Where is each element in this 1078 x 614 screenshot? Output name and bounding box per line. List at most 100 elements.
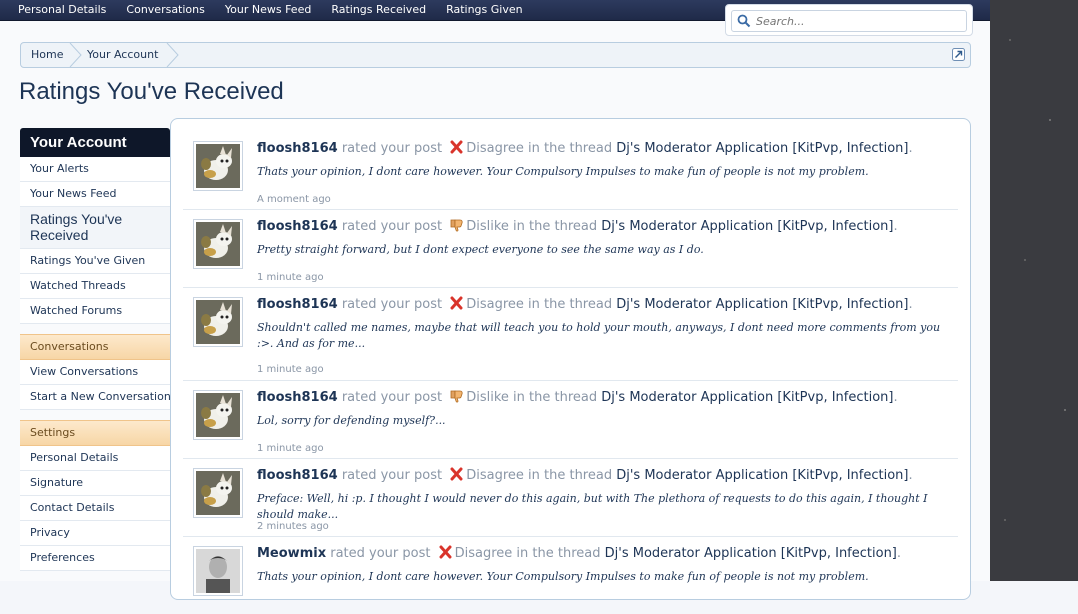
post-excerpt[interactable]: Shouldn't called me names, maybe that wi… xyxy=(257,320,947,352)
thumbs-down-icon xyxy=(450,390,463,403)
rating-entry: floosh8164 rated your post Disagree in t… xyxy=(183,131,958,210)
thread-link[interactable]: Dj's Moderator Application [KitPvp, Infe… xyxy=(616,141,908,156)
rated-text: rated your post xyxy=(341,468,443,483)
rated-text: rated your post xyxy=(341,390,443,405)
sidebar-item-watched-threads[interactable]: Watched Threads xyxy=(20,274,170,299)
avatar[interactable] xyxy=(193,468,243,518)
tab-conversations[interactable]: Conversations xyxy=(126,1,214,16)
rating-name: Disagree xyxy=(454,546,513,561)
red-x-icon xyxy=(450,296,463,310)
search-input[interactable] xyxy=(754,12,963,30)
post-excerpt[interactable]: Preface: Well, hi :p. I thought I would … xyxy=(257,491,947,523)
in-thread-text: in the thread xyxy=(528,468,613,483)
sidebar: Your Account Your Alerts Your News Feed … xyxy=(20,128,171,571)
sidebar-item-your-news-feed[interactable]: Your News Feed xyxy=(20,182,170,207)
search-icon[interactable] xyxy=(737,14,751,28)
sidebar-item-your-alerts[interactable]: Your Alerts xyxy=(20,157,170,182)
sidebar-item-preferences[interactable]: Preferences xyxy=(20,546,170,571)
timestamp: 1 minute ago xyxy=(257,364,324,375)
username-link[interactable]: floosh8164 xyxy=(257,468,338,483)
breadcrumb-separator-icon xyxy=(69,43,82,67)
thumbs-down-icon xyxy=(450,219,463,232)
sidebar-item-ratings-given[interactable]: Ratings You've Given xyxy=(20,249,170,274)
rating-entry: floosh8164 rated your post Disagree in t… xyxy=(183,287,958,381)
sidebar-item-view-conversations[interactable]: View Conversations xyxy=(20,360,170,385)
avatar-image xyxy=(196,222,240,266)
username-link[interactable]: floosh8164 xyxy=(257,297,338,312)
breadcrumb-your-account[interactable]: Your Account xyxy=(87,43,158,67)
avatar-image xyxy=(196,300,240,344)
in-thread-text: in the thread xyxy=(528,141,613,156)
avatar[interactable] xyxy=(193,390,243,440)
sidebar-item-personal-details[interactable]: Personal Details xyxy=(20,446,170,471)
avatar-image xyxy=(196,471,240,515)
avatar-image xyxy=(196,393,240,437)
tab-ratings-received[interactable]: Ratings Received xyxy=(331,1,436,16)
thread-link[interactable]: Dj's Moderator Application [KitPvp, Infe… xyxy=(601,219,893,234)
avatar[interactable] xyxy=(193,297,243,347)
rating-summary: floosh8164 rated your post Disagree in t… xyxy=(257,467,913,483)
sidebar-header: Your Account xyxy=(20,128,170,157)
in-thread-text: in the thread xyxy=(528,297,613,312)
red-x-icon xyxy=(439,545,452,559)
rating-summary: floosh8164 rated your post Dislike in th… xyxy=(257,389,898,405)
sidebar-item-watched-forums[interactable]: Watched Forums xyxy=(20,299,170,324)
in-thread-text: in the thread xyxy=(513,390,598,405)
period: . xyxy=(896,546,902,561)
breadcrumb-separator-icon xyxy=(166,43,179,67)
thread-link[interactable]: Dj's Moderator Application [KitPvp, Infe… xyxy=(605,546,897,561)
thread-link[interactable]: Dj's Moderator Application [KitPvp, Infe… xyxy=(601,390,893,405)
sidebar-item-start-conversation[interactable]: Start a New Conversation xyxy=(20,385,171,410)
tab-ratings-given[interactable]: Ratings Given xyxy=(446,1,533,16)
ratings-list: floosh8164 rated your post Disagree in t… xyxy=(170,118,971,600)
post-excerpt[interactable]: Pretty straight forward, but I dont expe… xyxy=(257,242,947,258)
rating-name: Dislike xyxy=(466,390,509,405)
rating-summary: floosh8164 rated your post Disagree in t… xyxy=(257,296,913,312)
tab-personal-details[interactable]: Personal Details xyxy=(18,1,116,16)
period: . xyxy=(893,219,898,234)
rating-summary: floosh8164 rated your post Disagree in t… xyxy=(257,140,913,156)
period: . xyxy=(908,297,913,312)
sidebar-section-conversations[interactable]: Conversations xyxy=(20,334,170,360)
username-link[interactable]: floosh8164 xyxy=(257,390,338,405)
breadcrumb: Home Your Account xyxy=(20,42,971,68)
rating-name: Disagree xyxy=(466,297,524,312)
timestamp: A moment ago xyxy=(257,194,331,205)
rating-summary: floosh8164 rated your post Dislike in th… xyxy=(257,218,898,234)
page: Personal Details Conversations Your News… xyxy=(0,0,990,600)
thread-link[interactable]: Dj's Moderator Application [KitPvp, Infe… xyxy=(616,297,908,312)
in-thread-text: in the thread xyxy=(513,219,598,234)
rated-text: rated your post xyxy=(330,546,431,561)
red-x-icon xyxy=(450,467,463,481)
rating-entry: floosh8164 rated your post Disagree in t… xyxy=(183,458,958,537)
avatar[interactable] xyxy=(193,219,243,269)
breadcrumb-home[interactable]: Home xyxy=(31,43,63,67)
rating-entry: Meowmix rated your post Disagree in the … xyxy=(183,536,958,614)
sidebar-item-contact-details[interactable]: Contact Details xyxy=(20,496,170,521)
post-excerpt[interactable]: Thats your opinion, I dont care however.… xyxy=(257,569,947,585)
post-excerpt[interactable]: Thats your opinion, I dont care however.… xyxy=(257,164,947,180)
avatar[interactable] xyxy=(193,141,243,191)
tab-news-feed[interactable]: Your News Feed xyxy=(225,1,321,16)
sidebar-item-signature[interactable]: Signature xyxy=(20,471,170,496)
rated-text: rated your post xyxy=(341,297,443,312)
sidebar-item-ratings-received[interactable]: Ratings You've Received xyxy=(20,207,170,249)
rating-name: Disagree xyxy=(466,141,524,156)
rating-entry: floosh8164 rated your post Dislike in th… xyxy=(183,380,958,459)
period: . xyxy=(893,390,898,405)
username-link[interactable]: floosh8164 xyxy=(257,141,338,156)
post-excerpt[interactable]: Lol, sorry for defending myself?... xyxy=(257,413,947,429)
sidebar-item-privacy[interactable]: Privacy xyxy=(20,521,170,546)
avatar[interactable] xyxy=(193,546,243,596)
search-panel xyxy=(725,4,973,36)
sidebar-section-settings[interactable]: Settings xyxy=(20,420,170,446)
in-thread-text: in the thread xyxy=(516,546,601,561)
page-background xyxy=(990,0,1078,581)
rating-name: Disagree xyxy=(466,468,524,483)
rated-text: rated your post xyxy=(341,141,443,156)
thread-link[interactable]: Dj's Moderator Application [KitPvp, Infe… xyxy=(616,468,908,483)
jump-menu-icon[interactable] xyxy=(952,48,965,61)
username-link[interactable]: floosh8164 xyxy=(257,219,338,234)
username-link[interactable]: Meowmix xyxy=(257,546,326,561)
search-box xyxy=(731,10,967,32)
